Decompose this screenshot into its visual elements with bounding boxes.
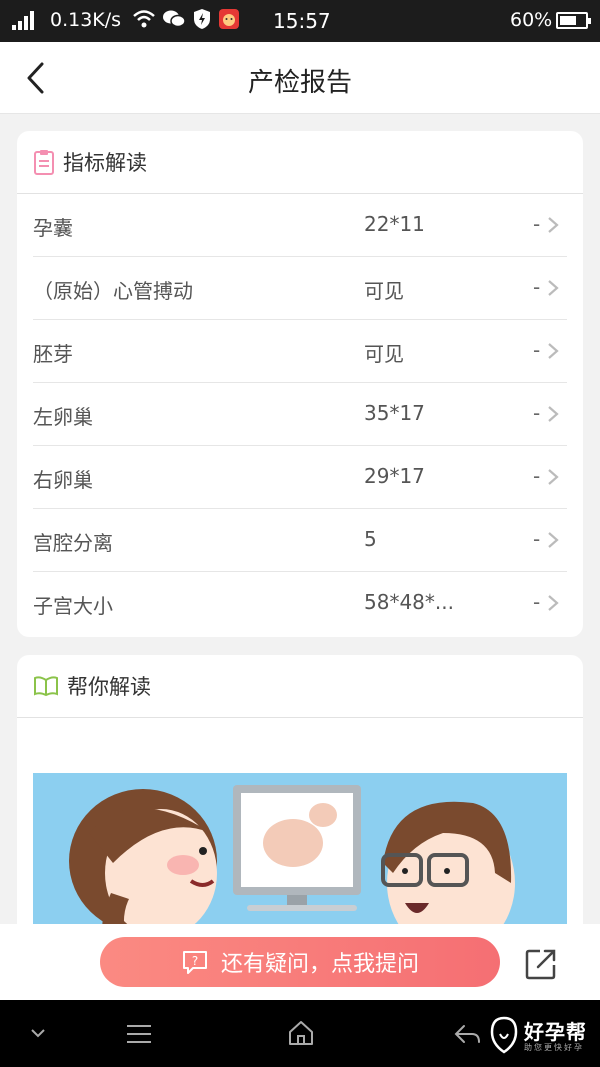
indicator-name: （原始）心管搏动 (33, 279, 193, 303)
help-card-header: 帮你解读 (17, 655, 583, 718)
share-icon[interactable] (524, 947, 558, 981)
indicator-extra: - (533, 527, 541, 551)
indicator-card-title: 指标解读 (63, 151, 147, 175)
indicator-name: 孕囊 (33, 216, 73, 240)
indicator-value: 29*17 (364, 464, 425, 488)
net-speed: 0.13K/s (50, 9, 122, 31)
ask-question-label: 还有疑问，点我提问 (220, 952, 419, 977)
status-bar: 0.13K/s 15:57 60% (0, 0, 600, 42)
clipboard-icon (34, 150, 54, 175)
indicator-value: 22*11 (364, 212, 425, 236)
battery-icon (556, 12, 591, 29)
indicator-extra: - (533, 275, 541, 299)
menu-icon[interactable] (124, 1022, 154, 1046)
indicator-card-header: 指标解读 (17, 131, 583, 194)
shield-icon (194, 9, 210, 29)
app-header: 产检报告 (0, 42, 600, 114)
indicator-extra: - (533, 590, 541, 614)
battery-percent: 60% (510, 9, 553, 31)
help-card: 帮你解读 (17, 655, 583, 945)
indicator-value: 可见 (364, 279, 404, 303)
indicator-name: 左卵巢 (33, 405, 93, 429)
chevron-right-icon (548, 343, 559, 359)
indicator-name: 子宫大小 (33, 594, 113, 618)
indicator-extra: - (533, 212, 541, 236)
indicator-row[interactable]: 右卵巢 29*17 - (33, 446, 567, 509)
chevron-right-icon (548, 280, 559, 296)
chevron-right-icon (548, 595, 559, 611)
indicator-extra: - (533, 338, 541, 362)
page-title: 产检报告 (247, 68, 352, 98)
indicator-value: 可见 (364, 342, 404, 366)
brand-name: 好孕帮 (524, 1020, 587, 1044)
chevron-right-icon (548, 532, 559, 548)
book-icon (34, 676, 58, 697)
wechat-icon (163, 10, 186, 28)
indicator-row[interactable]: 左卵巢 35*17 - (33, 383, 567, 446)
chevron-right-icon (548, 469, 559, 485)
indicator-name: 右卵巢 (33, 468, 93, 492)
indicator-extra: - (533, 464, 541, 488)
home-icon[interactable] (286, 1018, 316, 1048)
indicator-row[interactable]: 胚芽 可见 - (33, 320, 567, 383)
signal-icon (12, 10, 34, 30)
ask-question-button[interactable]: ? 还有疑问，点我提问 (100, 937, 500, 987)
indicator-row[interactable]: 子宫大小 58*48*... - (33, 572, 567, 635)
indicator-name: 胚芽 (33, 342, 73, 366)
indicator-value: 35*17 (364, 401, 425, 425)
wifi-icon (133, 10, 155, 28)
brand-tagline: 助您更快好孕 (524, 1043, 584, 1052)
indicator-row[interactable]: 孕囊 22*11 - (33, 194, 567, 257)
indicator-name: 宫腔分离 (33, 531, 113, 555)
indicator-row[interactable]: 宫腔分离 5 - (33, 509, 567, 572)
illustration-image (33, 773, 567, 945)
indicator-row[interactable]: （原始）心管搏动 可见 - (33, 257, 567, 320)
back-arrow-icon[interactable] (452, 1022, 482, 1046)
indicator-card: 指标解读 孕囊 22*11- （原始）心管搏动 可见 - 胚芽 可见 - 左卵巢 35*17- 右卵… (17, 131, 583, 637)
chevron-right-icon (548, 217, 559, 233)
clock: 15:57 (273, 9, 331, 33)
chevron-down-icon[interactable] (28, 1026, 48, 1040)
brand-logo-icon (490, 1016, 518, 1054)
indicator-value: 58*48*... (364, 590, 454, 614)
navigation-bar: 好孕帮 助您更快好孕 (0, 1000, 600, 1067)
help-card-title: 帮你解读 (67, 675, 151, 699)
svg-text:?: ? (192, 954, 198, 968)
app-icon (219, 9, 239, 29)
action-bar: ? 还有疑问，点我提问 (0, 924, 600, 1000)
indicator-extra: - (533, 401, 541, 425)
indicator-list: 孕囊 22*11- （原始）心管搏动 可见 - 胚芽 可见 - 左卵巢 35*17- 右卵巢 29*1… (17, 194, 583, 635)
question-bubble-icon: ? (182, 951, 207, 974)
indicator-value: 5 (364, 527, 377, 551)
chevron-right-icon (548, 406, 559, 422)
